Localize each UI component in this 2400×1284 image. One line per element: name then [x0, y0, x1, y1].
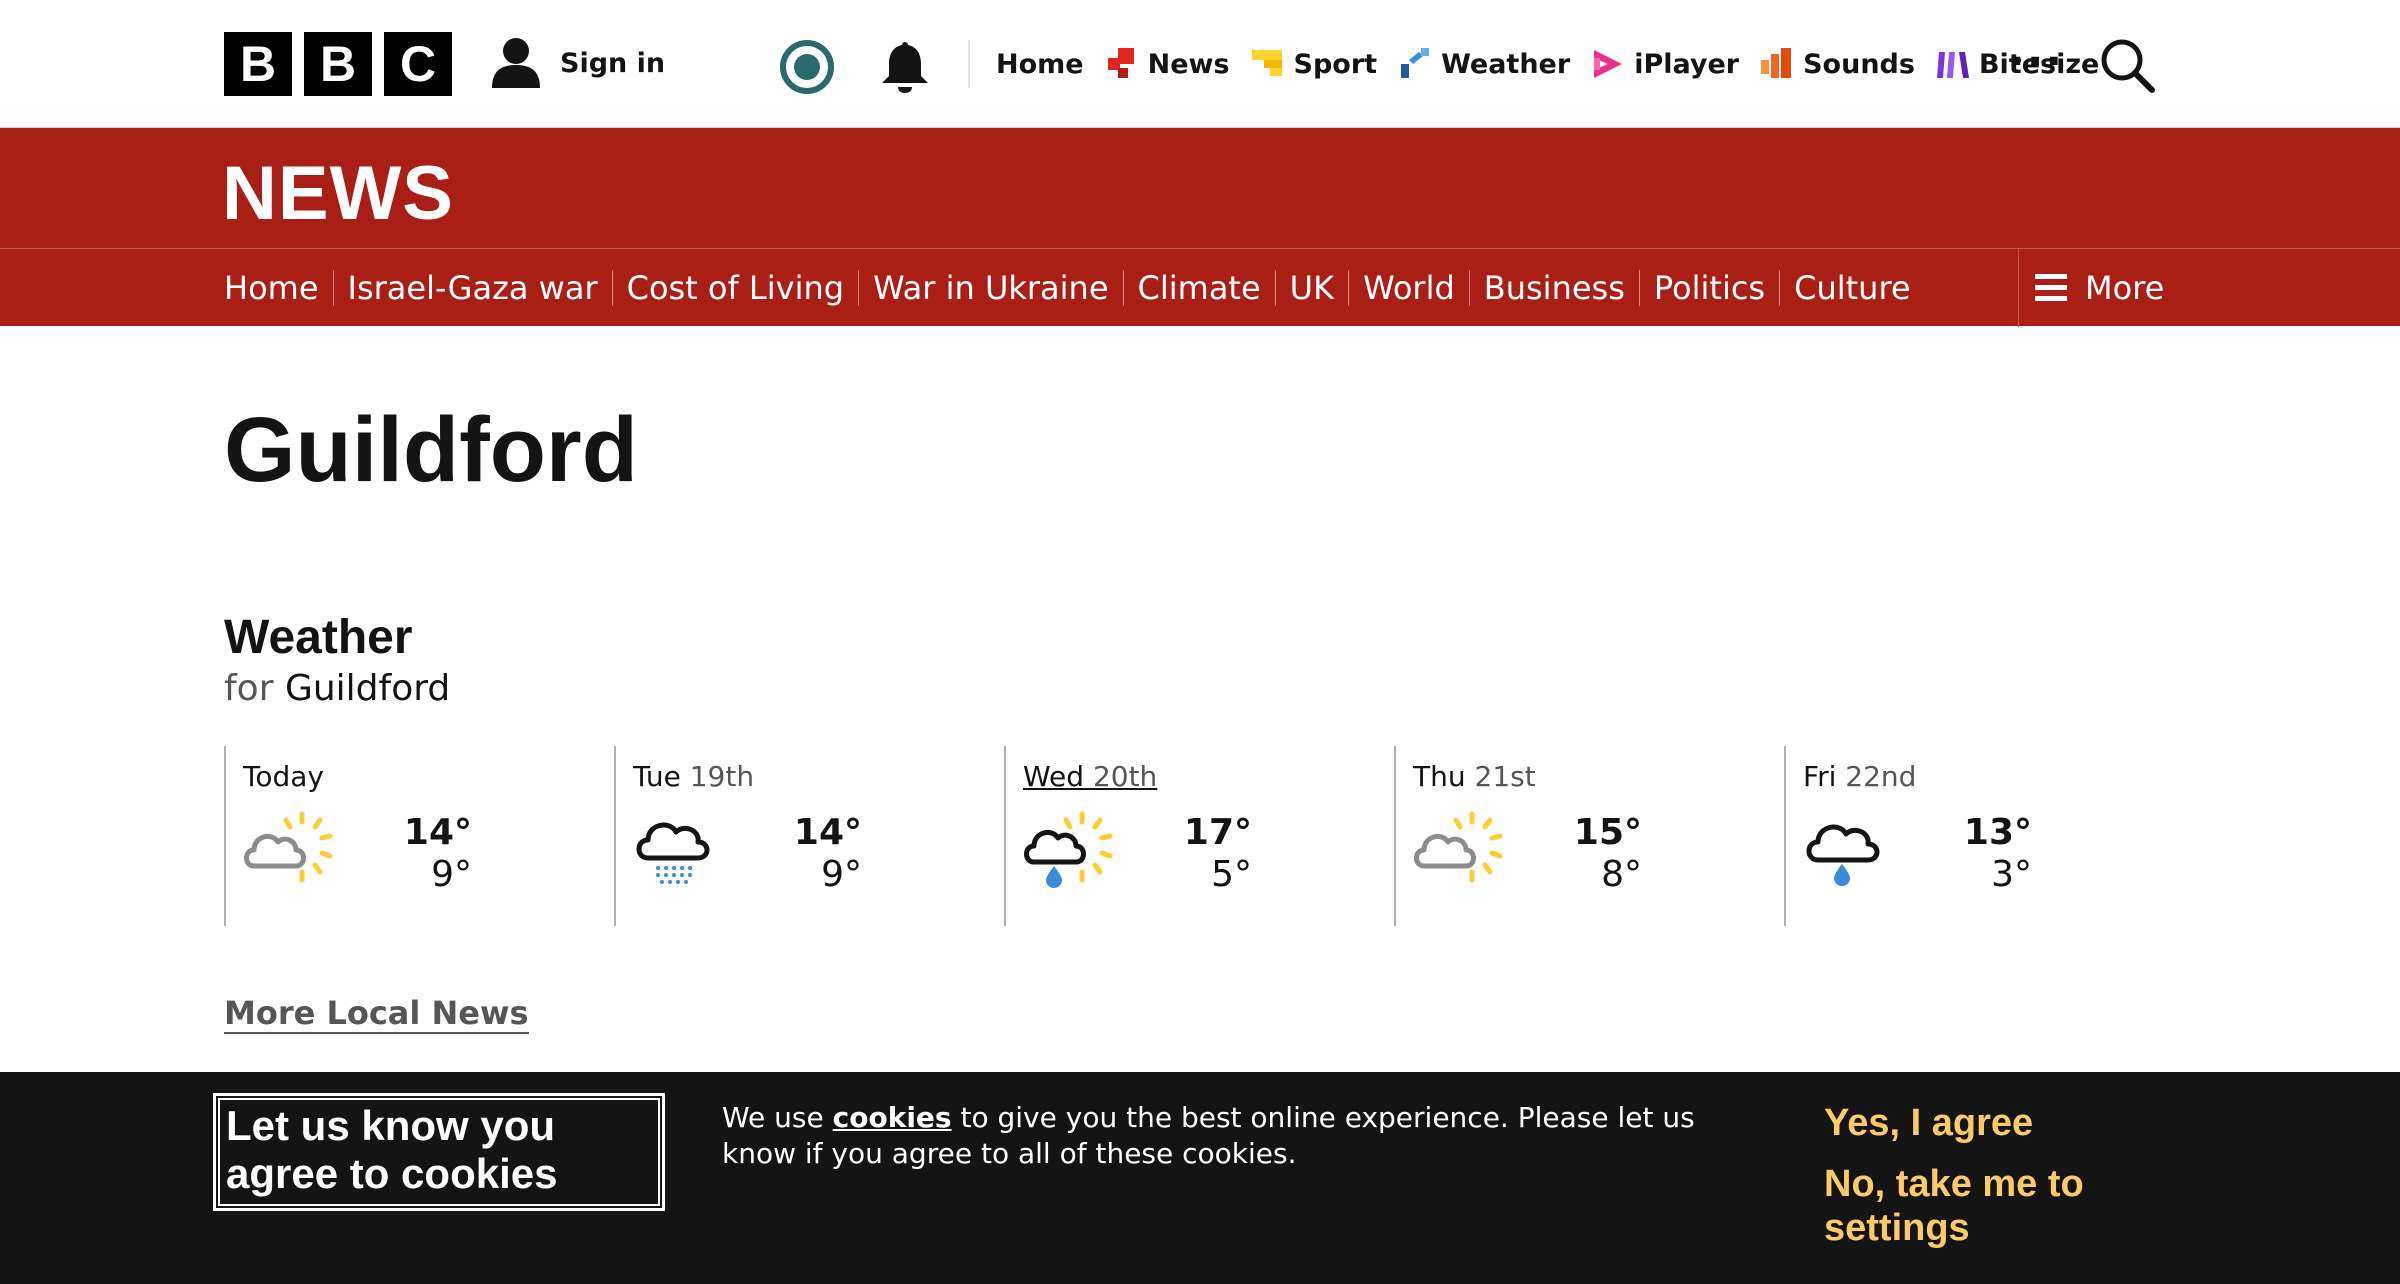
weather-heading: Weather	[224, 611, 413, 664]
forecast-day-date: 19th	[689, 760, 755, 793]
sunny-intervals-icon	[244, 811, 333, 883]
global-nav-sport-label: Sport	[1293, 48, 1378, 80]
forecast-high-temp: 13°	[1963, 812, 2032, 853]
forecast-day-tue[interactable]: Tue 19th 14° 9°	[614, 746, 1004, 926]
light-rain-icon	[636, 822, 710, 884]
news-icon	[1107, 48, 1134, 78]
global-nav-news[interactable]: News	[1104, 46, 1230, 82]
global-nav-iplayer[interactable]: iPlayer	[1590, 46, 1739, 82]
global-nav-sport[interactable]: Sport	[1250, 46, 1378, 82]
news-nav-uk[interactable]: UK	[1290, 269, 1363, 307]
forecast-day-fri[interactable]: Fri 22nd 13° 3°	[1784, 746, 2174, 926]
forecast-low-temp: 9°	[821, 854, 862, 895]
news-nav-world[interactable]: World	[1363, 269, 1484, 307]
news-title-link[interactable]: NEWS	[222, 150, 454, 237]
news-banner: NEWS	[0, 128, 2400, 248]
forecast-low-temp: 3°	[1991, 854, 2032, 895]
forecast-high-temp: 14°	[403, 812, 472, 853]
cookie-banner-text: We use cookies to give you the best onli…	[722, 1100, 1762, 1172]
sport-icon	[1251, 50, 1282, 76]
cookie-settings-button[interactable]: No, take me to settings	[1824, 1162, 2144, 1250]
news-nav-israel-gaza-war[interactable]: Israel-Gaza war	[348, 269, 627, 307]
bbc-logo[interactable]: B B C	[224, 32, 452, 96]
forecast-day-label: Fri 22nd	[1803, 760, 1916, 793]
news-nav-more-button[interactable]: More	[2018, 249, 2400, 327]
weather-for-label: for	[224, 668, 274, 709]
page-title: Guildford	[224, 399, 638, 501]
forecast-low-temp: 8°	[1601, 854, 1642, 895]
sign-in-label: Sign in	[560, 47, 666, 79]
cookie-agree-button[interactable]: Yes, I agree	[1824, 1102, 2033, 1145]
global-nav-sounds-label: Sounds	[1803, 48, 1915, 80]
iplayer-icon	[1594, 50, 1623, 78]
global-nav: Home News Sport Weather iPlayer Sounds B…	[996, 38, 2119, 90]
sign-in-button[interactable]: Sign in	[490, 36, 665, 90]
global-masthead: B B C Sign in Home News Sport Weather iP…	[0, 0, 2400, 128]
forecast-day-label: Thu 21st	[1413, 760, 1536, 793]
news-nav-home[interactable]: Home	[224, 269, 348, 307]
weather-subheading: for Guildford	[224, 668, 450, 709]
forecast-day-wed[interactable]: Wed 20th 17° 5°	[1004, 746, 1394, 926]
forecast-day-name: Fri	[1803, 760, 1837, 793]
weather-forecast: Today 14° 9° Tue 19th 14° 9° Wed 20th 17…	[224, 746, 2174, 926]
global-nav-home-label: Home	[996, 48, 1084, 80]
notifications-bell-icon[interactable]	[878, 38, 932, 94]
forecast-day-label: Today	[243, 760, 324, 793]
news-nav-culture[interactable]: Culture	[1794, 269, 1910, 307]
forecast-day-name: Today	[243, 760, 324, 793]
forecast-high-temp: 17°	[1183, 812, 1252, 853]
news-nav-climate[interactable]: Climate	[1138, 269, 1290, 307]
live-icon[interactable]	[780, 40, 834, 94]
more-local-news-link[interactable]: More Local News	[224, 994, 529, 1034]
sunny-intervals-icon	[1414, 811, 1503, 883]
showers-icon	[1806, 824, 1880, 886]
forecast-day-date: 22nd	[1845, 760, 1917, 793]
forecast-day-date: 20th	[1092, 760, 1158, 793]
forecast-day-name: Tue	[633, 760, 681, 793]
forecast-low-temp: 5°	[1211, 854, 1252, 895]
cookie-banner-heading: Let us know you agree to cookies	[216, 1096, 662, 1208]
news-nav-more-label: More	[2085, 269, 2165, 307]
sounds-icon	[1761, 48, 1792, 78]
forecast-day-date: 21st	[1474, 760, 1536, 793]
news-nav-business[interactable]: Business	[1484, 269, 1654, 307]
weather-icon	[1401, 48, 1430, 78]
news-nav-items: Home Israel-Gaza war Cost of Living War …	[224, 249, 1911, 327]
news-nav-politics[interactable]: Politics	[1654, 269, 1794, 307]
bbc-logo-b2: B	[304, 32, 372, 96]
global-nav-news-label: News	[1147, 48, 1230, 80]
forecast-day-name: Thu	[1413, 760, 1466, 793]
forecast-day-today[interactable]: Today 14° 9°	[224, 746, 614, 926]
bbc-logo-c: C	[384, 32, 452, 96]
forecast-high-temp: 14°	[793, 812, 862, 853]
weather-location: Guildford	[284, 668, 451, 709]
news-nav-war-in-ukraine[interactable]: War in Ukraine	[873, 269, 1137, 307]
global-nav-home[interactable]: Home	[996, 49, 1084, 80]
cookie-banner: Let us know you agree to cookies We use …	[0, 1072, 2400, 1284]
news-nav-cost-of-living[interactable]: Cost of Living	[627, 269, 873, 307]
search-icon[interactable]	[2098, 36, 2156, 94]
forecast-day-name: Wed	[1023, 760, 1085, 793]
hamburger-menu-icon	[2035, 274, 2067, 301]
forecast-day-label: Tue 19th	[633, 760, 754, 793]
masthead-divider	[968, 40, 970, 88]
forecast-day-label: Wed 20th	[1023, 760, 1157, 793]
news-section-nav: Home Israel-Gaza war Cost of Living War …	[0, 248, 2400, 327]
sun-and-showers-icon	[1024, 811, 1113, 888]
cookies-link[interactable]: cookies	[833, 1101, 952, 1134]
forecast-high-temp: 15°	[1573, 812, 1642, 853]
bbc-logo-b1: B	[224, 32, 292, 96]
cookie-text-before: We use	[722, 1101, 833, 1134]
global-nav-weather[interactable]: Weather	[1397, 46, 1570, 82]
bitesize-icon	[1936, 52, 1969, 78]
global-nav-weather-label: Weather	[1441, 48, 1571, 80]
global-nav-iplayer-label: iPlayer	[1634, 48, 1740, 80]
forecast-day-thu[interactable]: Thu 21st 15° 8°	[1394, 746, 1784, 926]
user-icon	[492, 38, 540, 88]
global-nav-more-button[interactable]: ···	[2008, 40, 2064, 84]
forecast-low-temp: 9°	[431, 854, 472, 895]
global-nav-sounds[interactable]: Sounds	[1759, 46, 1915, 82]
